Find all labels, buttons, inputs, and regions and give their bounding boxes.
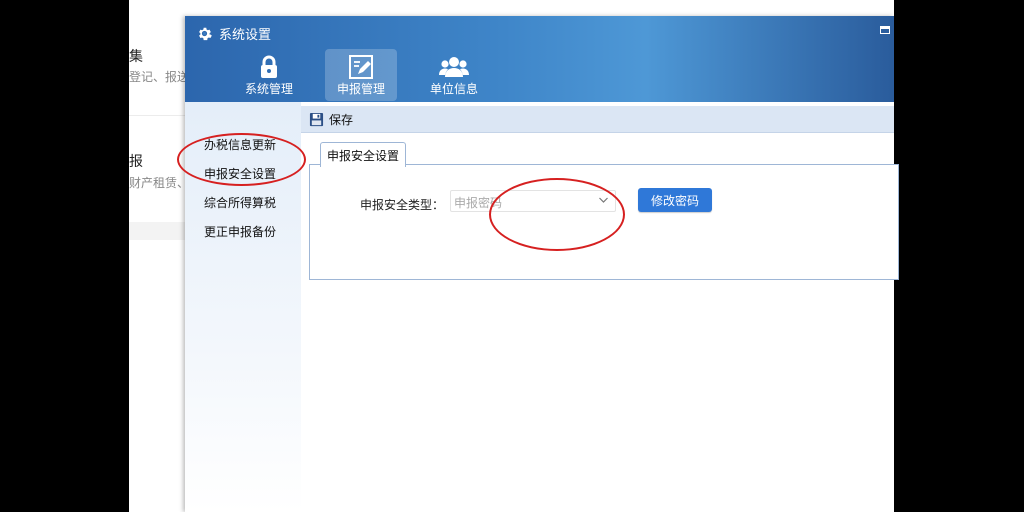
floppy-disk-icon [309,112,324,126]
gear-icon [199,27,212,41]
maximize-button[interactable] [880,26,890,34]
sidebar-item-comprehensive-income-tax[interactable]: 综合所得算税 [204,194,276,211]
sidebar-item-correction-backup[interactable]: 更正申报备份 [204,223,276,240]
dialog-header: 系统设置 系统管理 申报管理 单位信息 [185,16,894,102]
change-password-button[interactable]: 修改密码 [638,188,712,212]
annotation-circle [177,133,306,186]
toolbar: 保存 [301,106,894,133]
bg-item-subtitle: 财产租赁、 [129,176,190,190]
dialog-title-bar: 系统设置 [197,24,271,43]
nav-tab-label: 系统管理 [244,82,293,96]
save-label: 保存 [329,112,354,127]
save-button[interactable]: 保存 [309,111,353,128]
edit-report-icon [349,55,373,79]
system-settings-dialog: 系统设置 系统管理 申报管理 单位信息 办税信息更新 申报安全设置 综合所得算税… [185,16,899,512]
bg-row-band [129,222,189,240]
tab-declaration-security[interactable]: 申报安全设置 [320,142,406,167]
bg-divider [129,115,189,116]
bg-item-title: 报 [129,154,143,170]
nav-tab-unit-info[interactable]: 单位信息 [418,49,490,101]
nav-tab-label: 申报管理 [336,82,385,96]
lock-icon [261,55,277,78]
bg-item-subtitle: 登记、报送 [129,70,190,84]
dialog-title: 系统设置 [219,28,272,43]
content-area: 保存 申报安全设置 申报安全类型： 申报密码 修改密码 [301,102,899,512]
bg-item-title: 集 [129,49,143,65]
nav-tab-label: 单位信息 [429,82,478,96]
users-icon [439,57,469,77]
nav-tab-declaration-management[interactable]: 申报管理 [325,49,397,101]
security-type-label: 申报安全类型： [360,198,445,212]
annotation-circle [489,178,625,251]
nav-tab-system-management[interactable]: 系统管理 [233,49,305,101]
